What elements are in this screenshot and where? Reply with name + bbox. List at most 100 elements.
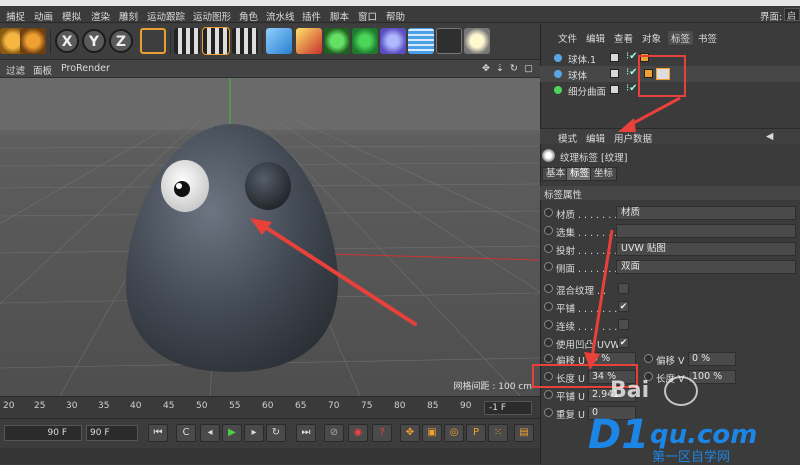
end-frame-slider[interactable]: 90 F <box>4 425 82 441</box>
coordinate-system-icon[interactable] <box>140 28 166 54</box>
timeline-tick: 65 <box>295 401 307 411</box>
right-eye-shape <box>245 162 291 210</box>
menubar: 捕捉 动画 模拟 渲染 雕刻 运动跟踪 运动图形 角色 流水线 插件 脚本 窗口… <box>0 6 800 23</box>
menu-plugins[interactable]: 插件 <box>302 9 321 23</box>
annotation-arrows <box>584 96 681 370</box>
viewport-rotate-icon[interactable]: ↻ <box>510 63 518 74</box>
site-logo-d1: D1 <box>588 412 650 458</box>
current-frame-field[interactable]: -1 F <box>484 401 532 415</box>
viewport-maximize-icon[interactable]: ▢ <box>524 63 533 74</box>
goto-end-button[interactable]: ⏭ <box>296 424 316 442</box>
om-tab-object[interactable]: 对象 <box>642 31 661 45</box>
menu-snap[interactable]: 捕捉 <box>6 9 25 23</box>
next-frame-button[interactable]: ▸ <box>244 424 264 442</box>
menu-pipeline[interactable]: 流水线 <box>266 9 295 23</box>
goto-start-button[interactable]: ⏮ <box>148 424 168 442</box>
3d-viewport[interactable]: 网格间距 : 100 cm <box>0 78 540 396</box>
menu-script[interactable]: 脚本 <box>330 9 349 23</box>
render-view-icon[interactable] <box>174 28 200 54</box>
timeline-ruler[interactable]: 20 25 30 35 40 45 50 55 60 65 70 75 80 8… <box>0 396 540 418</box>
om-tab-file[interactable]: 文件 <box>558 31 577 45</box>
camera-icon[interactable] <box>436 28 462 54</box>
render-settings-icon[interactable] <box>232 28 258 54</box>
enabled-check-icon[interactable]: ⁝✔ <box>626 67 638 78</box>
menu-help[interactable]: 帮助 <box>386 9 405 23</box>
deformer-icon[interactable] <box>380 28 406 54</box>
timeline-tick: 80 <box>394 401 406 411</box>
subdivision-surface-icon[interactable] <box>324 28 350 54</box>
menu-character[interactable]: 角色 <box>239 9 258 23</box>
visibility-toggle[interactable] <box>610 53 619 62</box>
viewport-zoom-icon[interactable]: ⇣ <box>496 63 504 74</box>
timeline-tick: 40 <box>130 401 142 411</box>
max-frame-field[interactable]: 90 F <box>86 425 138 441</box>
prev-key-button[interactable]: C <box>176 424 196 442</box>
timeline-tick: 45 <box>163 401 175 411</box>
timeline-tick: 60 <box>262 401 274 411</box>
layout-dropdown[interactable]: 启动 <box>784 8 800 21</box>
menu-simulate[interactable]: 模拟 <box>62 9 81 23</box>
scale-tool-icon[interactable] <box>20 28 46 54</box>
viewport-menu-filter[interactable]: 过滤 <box>6 63 25 77</box>
move-key-icon[interactable]: ✥ <box>400 424 420 442</box>
x-axis-lock-button[interactable]: X <box>55 29 79 53</box>
render-picture-viewer-icon[interactable] <box>202 27 230 55</box>
keyframe-selection-icon[interactable]: ? <box>372 424 392 442</box>
timeline-tick: 90 <box>460 401 472 411</box>
viewport-scene <box>0 78 540 396</box>
om-tab-bookmarks[interactable]: 书签 <box>698 31 717 45</box>
next-key-button[interactable]: ↻ <box>266 424 286 442</box>
menu-sculpt[interactable]: 雕刻 <box>119 9 138 23</box>
menu-mograph[interactable]: 运动图形 <box>193 9 231 23</box>
menu-render[interactable]: 渲染 <box>91 9 110 23</box>
timeline-tick: 35 <box>98 401 110 411</box>
object-name: 球体 <box>568 71 588 82</box>
menu-animate[interactable]: 动画 <box>34 9 53 23</box>
viewport-menu-prorender[interactable]: ProRender <box>61 63 110 74</box>
z-axis-lock-button[interactable]: Z <box>109 29 133 53</box>
x-axis-line <box>329 253 540 261</box>
object-manager-menu: 文件 编辑 查看 对象 标签 书签 <box>540 29 800 45</box>
om-tab-edit[interactable]: 编辑 <box>586 31 605 45</box>
pen-spline-icon[interactable] <box>296 28 322 54</box>
timeline-tick: 30 <box>66 401 78 411</box>
viewport-menu-panel[interactable]: 面板 <box>33 63 52 77</box>
sphere-icon <box>554 54 562 62</box>
tiles-u-label: 平铺 U <box>556 392 585 403</box>
timeline-tick: 20 <box>3 401 15 411</box>
y-axis-lock-button[interactable]: Y <box>82 29 106 53</box>
menu-window[interactable]: 窗口 <box>358 9 377 23</box>
pla-key-icon[interactable]: ⁙ <box>488 424 508 442</box>
layout-label: 界面: <box>760 12 783 23</box>
cube-icon[interactable] <box>266 28 292 54</box>
menu-motion-tracking[interactable]: 运动跟踪 <box>147 9 185 23</box>
prev-frame-button[interactable]: ◂ <box>200 424 220 442</box>
timeline-tick: 50 <box>196 401 208 411</box>
visibility-toggle[interactable] <box>610 69 619 78</box>
timeline-window-icon[interactable]: ▤ <box>514 424 534 442</box>
repeat-u-label: 重复 U <box>556 410 585 421</box>
enabled-check-icon[interactable]: ⁝✔ <box>626 51 638 62</box>
scale-key-icon[interactable]: ◎ <box>444 424 464 442</box>
main-toolbar: X Y Z <box>0 24 540 60</box>
autokey-icon[interactable]: ◉ <box>348 424 368 442</box>
grid-spacing-label: 网格间距 : 100 cm <box>453 382 532 392</box>
floor-icon[interactable] <box>408 28 434 54</box>
om-tab-tags[interactable]: 标签 <box>668 31 694 45</box>
site-logo-subtitle: 第一区自学网 <box>652 450 731 465</box>
viewport-move-icon[interactable]: ✥ <box>482 63 490 74</box>
param-key-icon[interactable]: P <box>466 424 486 442</box>
cloner-icon[interactable] <box>352 28 378 54</box>
rotate-key-icon[interactable]: ▣ <box>422 424 442 442</box>
timeline-tick: 85 <box>427 401 439 411</box>
transport-bar: 90 F 90 F ⏮ C ◂ ▶ ▸ ↻ ⏭ ⊘ ◉ ? ✥ ▣ ◎ P ⁙ … <box>0 418 540 448</box>
light-icon[interactable] <box>464 28 490 54</box>
om-tab-view[interactable]: 查看 <box>614 31 633 45</box>
baidu-paw-logo <box>664 376 698 406</box>
timeline-tick: 25 <box>34 401 46 411</box>
keyframe-radio[interactable] <box>544 408 553 417</box>
object-name: 球体.1 <box>568 55 597 66</box>
record-keys-icon[interactable]: ⊘ <box>324 424 344 442</box>
keyframe-radio[interactable] <box>544 390 553 399</box>
play-button[interactable]: ▶ <box>222 424 242 442</box>
